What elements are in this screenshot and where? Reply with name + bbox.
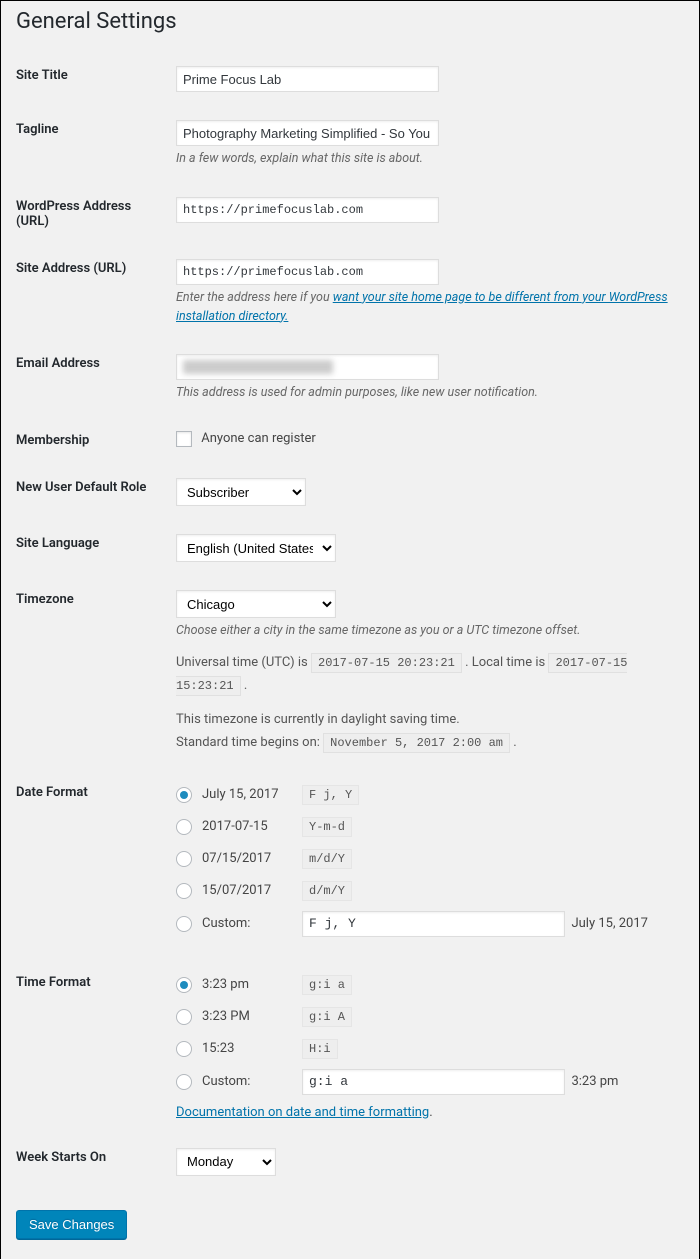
time-format-option-label: 3:23 PM bbox=[202, 1009, 302, 1024]
time-format-option-label: 15:23 bbox=[202, 1041, 302, 1056]
timezone-desc: Choose either a city in the same timezon… bbox=[176, 622, 674, 641]
date-format-option-label: 2017-07-15 bbox=[202, 819, 302, 834]
time-format-custom-preview: 3:23 pm bbox=[571, 1074, 618, 1089]
label-week-starts: Week Starts On bbox=[16, 1134, 176, 1190]
time-format-custom-row: Custom: 3:23 pm bbox=[176, 1069, 674, 1095]
date-format-option-row: 15/07/2017d/m/Y bbox=[176, 879, 674, 903]
date-format-option-code: d/m/Y bbox=[302, 881, 352, 901]
week-starts-select[interactable]: Monday bbox=[176, 1148, 276, 1176]
date-format-option-code: F j, Y bbox=[302, 785, 359, 805]
site-url-desc: Enter the address here if you want your … bbox=[176, 289, 674, 327]
time-format-option-row: 3:23 PMg:i A bbox=[176, 1005, 674, 1029]
time-format-option-row: 15:23H:i bbox=[176, 1037, 674, 1061]
time-format-custom-radio[interactable] bbox=[176, 1074, 192, 1090]
label-default-role: New User Default Role bbox=[16, 464, 176, 520]
wp-url-input[interactable] bbox=[176, 197, 439, 223]
date-format-option-label: 15/07/2017 bbox=[202, 883, 302, 898]
date-format-option-code: m/d/Y bbox=[302, 849, 352, 869]
date-format-custom-row: Custom: July 15, 2017 bbox=[176, 911, 674, 937]
time-format-option-label: 3:23 pm bbox=[202, 977, 302, 992]
time-format-option-row: 3:23 pmg:i a bbox=[176, 973, 674, 997]
label-site-url: Site Address (URL) bbox=[16, 245, 176, 341]
email-desc: This address is used for admin purposes,… bbox=[176, 384, 674, 403]
site-title-input[interactable] bbox=[176, 66, 439, 92]
label-time-format: Time Format bbox=[16, 959, 176, 1134]
membership-checkbox[interactable] bbox=[176, 431, 192, 447]
date-format-custom-input[interactable] bbox=[302, 911, 565, 937]
tagline-input[interactable] bbox=[176, 120, 439, 146]
time-format-option-radio[interactable] bbox=[176, 1009, 192, 1025]
time-format-option-code: g:i A bbox=[302, 1007, 352, 1027]
email-input[interactable] bbox=[176, 354, 439, 380]
default-role-select[interactable]: Subscriber bbox=[176, 478, 306, 506]
general-settings-page: General Settings Site Title Tagline In a… bbox=[0, 0, 700, 1259]
label-timezone: Timezone bbox=[16, 576, 176, 769]
time-format-option-radio[interactable] bbox=[176, 977, 192, 993]
tagline-desc: In a few words, explain what this site i… bbox=[176, 150, 674, 169]
membership-checkbox-label[interactable]: Anyone can register bbox=[176, 431, 316, 446]
label-date-format: Date Format bbox=[16, 769, 176, 959]
timezone-dst-info: This timezone is currently in daylight s… bbox=[176, 708, 674, 755]
date-format-option-label: July 15, 2017 bbox=[202, 787, 302, 802]
label-membership: Membership bbox=[16, 417, 176, 464]
time-format-option-radio[interactable] bbox=[176, 1041, 192, 1057]
page-title: General Settings bbox=[16, 9, 684, 34]
date-format-option-code: Y-m-d bbox=[302, 817, 352, 837]
timezone-select[interactable]: Chicago bbox=[176, 590, 336, 618]
label-site-title: Site Title bbox=[16, 52, 176, 106]
date-format-option-radio[interactable] bbox=[176, 819, 192, 835]
time-format-option-code: H:i bbox=[302, 1039, 338, 1059]
date-format-custom-preview: July 15, 2017 bbox=[571, 916, 648, 931]
save-button[interactable]: Save Changes bbox=[16, 1210, 127, 1239]
date-format-custom-radio[interactable] bbox=[176, 916, 192, 932]
date-format-option-row: July 15, 2017F j, Y bbox=[176, 783, 674, 807]
label-wp-url: WordPress Address (URL) bbox=[16, 183, 176, 245]
label-email: Email Address bbox=[16, 340, 176, 417]
settings-form: Site Title Tagline In a few words, expla… bbox=[16, 52, 684, 1190]
time-format-custom-input[interactable] bbox=[302, 1069, 565, 1095]
site-url-input[interactable] bbox=[176, 259, 439, 285]
date-format-option-radio[interactable] bbox=[176, 787, 192, 803]
site-lang-select[interactable]: English (United States) bbox=[176, 534, 336, 562]
timezone-utc-info: Universal time (UTC) is 2017-07-15 20:23… bbox=[176, 651, 674, 698]
date-format-option-radio[interactable] bbox=[176, 883, 192, 899]
date-format-option-label: 07/15/2017 bbox=[202, 851, 302, 866]
datetime-doc-link[interactable]: Documentation on date and time formattin… bbox=[176, 1105, 429, 1120]
time-format-option-code: g:i a bbox=[302, 975, 352, 995]
date-format-option-radio[interactable] bbox=[176, 851, 192, 867]
date-format-option-row: 2017-07-15Y-m-d bbox=[176, 815, 674, 839]
label-site-lang: Site Language bbox=[16, 520, 176, 576]
date-format-option-row: 07/15/2017m/d/Y bbox=[176, 847, 674, 871]
label-tagline: Tagline bbox=[16, 106, 176, 183]
